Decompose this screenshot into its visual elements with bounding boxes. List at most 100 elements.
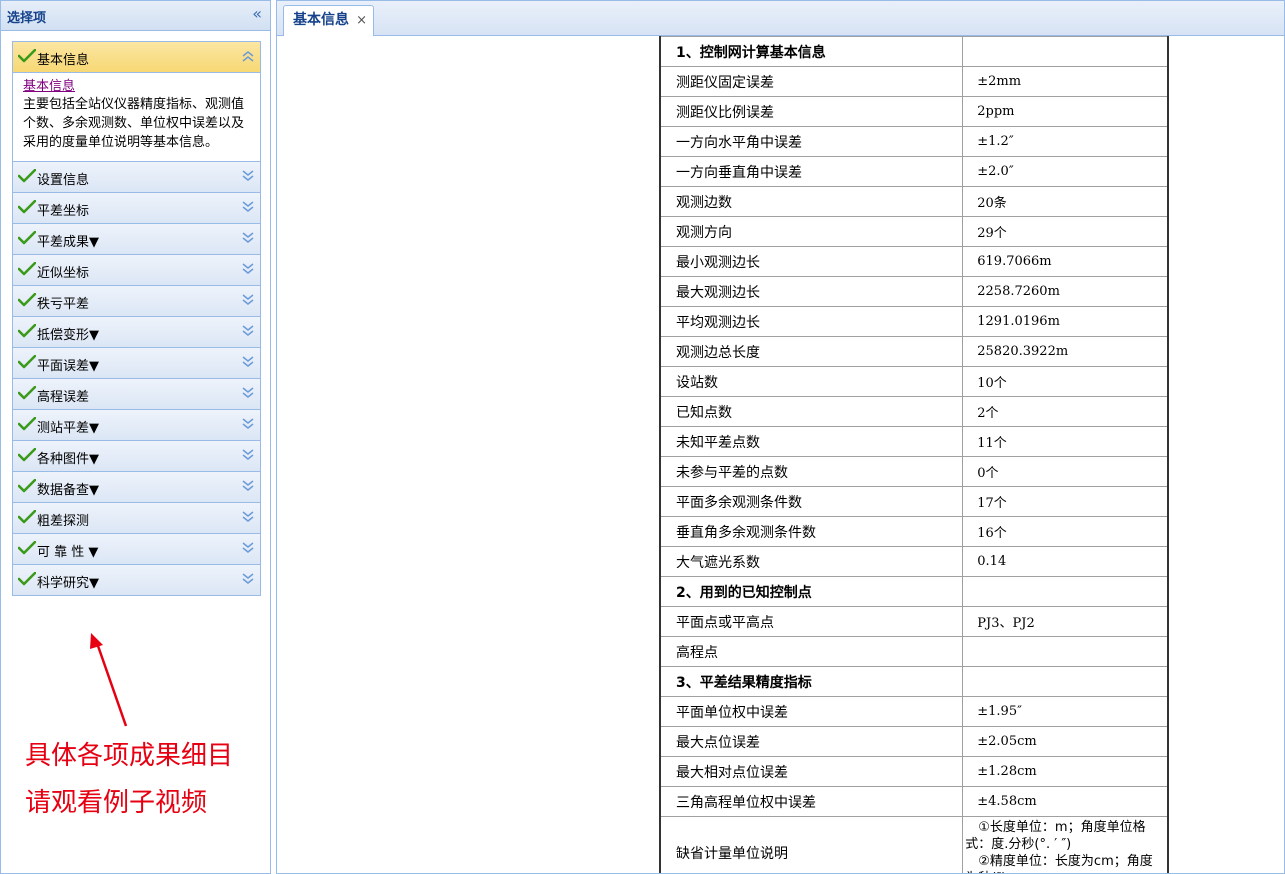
chevron-down-icon[interactable]: [242, 262, 254, 276]
accordion-item: 近似坐标: [13, 255, 260, 286]
content-area: 1、控制网计算基本信息 测距仪固定误差 ±2mm 测距仪比例误差 2ppm 一方向水平角中…: [277, 36, 1284, 873]
table-row: 高程点: [659, 636, 1168, 667]
row-key: 平面点或平高点: [659, 606, 964, 637]
accordion-item: 数据备查▼: [13, 472, 260, 503]
row-value: 10个: [962, 366, 1168, 397]
accordion-header[interactable]: 设置信息: [13, 162, 260, 192]
accordion-header[interactable]: 高程误差: [13, 379, 260, 409]
accordion-header[interactable]: 平差坐标: [13, 193, 260, 223]
row-key: 最大相对点位误差: [659, 756, 964, 787]
table-section-row: 1、控制网计算基本信息: [659, 36, 1168, 67]
checkmark-icon: [17, 48, 37, 63]
accordion-header[interactable]: 抵偿变形▼: [13, 317, 260, 347]
accordion-label: 平面误差▼: [37, 359, 99, 374]
row-key: 三角高程单位权中误差: [659, 786, 964, 817]
accordion-header[interactable]: 数据备查▼: [13, 472, 260, 502]
checkmark-icon: [17, 447, 37, 462]
chevron-down-icon[interactable]: [242, 417, 254, 431]
red-arrow-annotation: [90, 633, 128, 727]
row-key: 已知点数: [659, 396, 964, 427]
tab-label: 基本信息: [293, 12, 349, 28]
row-value-notes: ①长度单位：m；角度单位格式：度.分秒(°. ′ ″) ②精度单位：长度为cm；…: [962, 816, 1168, 873]
accordion-item: 平差成果▼: [13, 224, 260, 255]
accordion-header[interactable]: 秩亏平差: [13, 286, 260, 316]
row-value: 20条: [962, 186, 1168, 217]
basic-info-link[interactable]: 基本信息: [23, 79, 252, 95]
chevron-down-icon[interactable]: [242, 510, 254, 524]
checkmark-icon: [17, 261, 37, 276]
center-panel: 基本信息 × 1、控制网计算基本信息 测距仪固定误差 ±2mm 测距仪比例误差 2ppm…: [276, 0, 1285, 874]
annotation-text-line1: 具体各项成果细目: [25, 741, 234, 771]
row-key: 测距仪比例误差: [659, 96, 964, 127]
accordion-header[interactable]: 粗差探测: [13, 503, 260, 533]
accordion-label: 数据备查▼: [37, 483, 99, 498]
tab-basic-info[interactable]: 基本信息 ×: [283, 5, 375, 36]
table-row: 设站数 10个: [659, 366, 1168, 397]
accordion-item: 测站平差▼: [13, 410, 260, 441]
checkmark-icon: [17, 323, 37, 338]
checkmark-icon: [17, 571, 37, 586]
accordion-header[interactable]: 可 靠 性 ▼: [13, 534, 260, 564]
chevron-down-icon[interactable]: [242, 200, 254, 214]
chevron-down-icon[interactable]: [242, 448, 254, 462]
accordion-header[interactable]: 近似坐标: [13, 255, 260, 285]
accordion-header[interactable]: 基本信息: [13, 42, 260, 72]
checkmark-icon: [17, 540, 37, 555]
tab-bar: 基本信息 ×: [277, 1, 1284, 36]
double-chevron-left-icon[interactable]: «: [252, 5, 262, 23]
accordion-header[interactable]: 测站平差▼: [13, 410, 260, 440]
row-key: 平均观测边长: [659, 306, 964, 337]
chevron-down-icon[interactable]: [242, 572, 254, 586]
chevron-down-icon[interactable]: [242, 355, 254, 369]
basic-info-table: 1、控制网计算基本信息 测距仪固定误差 ±2mm 测距仪比例误差 2ppm 一方向水平角中…: [659, 36, 1168, 873]
accordion-item: 设置信息: [13, 162, 260, 193]
chevron-down-icon[interactable]: [242, 541, 254, 555]
row-value: 2258.7260m: [962, 276, 1168, 307]
checkmark-icon: [17, 416, 37, 431]
checkmark-icon: [17, 354, 37, 369]
accordion-header[interactable]: 各种图件▼: [13, 441, 260, 471]
table-row: 最大相对点位误差 ±1.28cm: [659, 756, 1168, 787]
accordion-label: 平差坐标: [37, 204, 90, 219]
row-value: PJ3、PJ2: [962, 606, 1168, 637]
accordion-body: 基本信息 主要包括全站仪仪器精度指标、观测值个数、多余观测数、单位权中误差以及采用…: [13, 72, 260, 161]
row-value: 619.7066m: [962, 246, 1168, 277]
table-row-units: 缺省计量单位说明 ①长度单位：m；角度单位格式：度.分秒(°. ′ ″) ②精度…: [659, 816, 1168, 873]
chevron-down-icon[interactable]: [242, 324, 254, 338]
table-row: 一方向水平角中误差 ±1.2″: [659, 126, 1168, 157]
row-value: ±2mm: [962, 66, 1168, 97]
accordion-header[interactable]: 平差成果▼: [13, 224, 260, 254]
row-key: 测距仪固定误差: [659, 66, 964, 97]
row-value: 0.14: [962, 546, 1168, 577]
row-key: 观测边数: [659, 186, 964, 217]
chevron-down-icon[interactable]: [242, 479, 254, 493]
chevron-down-icon[interactable]: [242, 293, 254, 307]
accordion-header[interactable]: 平面误差▼: [13, 348, 260, 378]
chevron-down-icon[interactable]: [242, 231, 254, 245]
accordion-label: 抵偿变形▼: [37, 328, 99, 343]
row-key: 一方向垂直角中误差: [659, 156, 964, 187]
accordion-header[interactable]: 科学研究▼: [13, 565, 260, 595]
row-value: 11个: [962, 426, 1168, 457]
accordion-item: 粗差探测: [13, 503, 260, 534]
row-value: ±2.05cm: [962, 726, 1168, 757]
row-key: 未参与平差的点数: [659, 456, 964, 487]
accordion-label: 各种图件▼: [37, 452, 99, 467]
chevron-down-icon[interactable]: [242, 386, 254, 400]
row-key: 2、用到的已知控制点: [659, 576, 964, 607]
table-row: 平均观测边长 1291.0196m: [659, 306, 1168, 337]
accordion-label: 秩亏平差: [37, 297, 90, 312]
row-key: 缺省计量单位说明: [659, 816, 964, 873]
table-row: 一方向垂直角中误差 ±2.0″: [659, 156, 1168, 187]
chevron-up-icon[interactable]: [242, 49, 254, 63]
table-right-border: [1167, 36, 1169, 873]
table-row: 已知点数 2个: [659, 396, 1168, 427]
accordion-item: 基本信息 基本信息 主要包括全站仪仪器精度指标、观测值个数、多余观测数、单位权中误差…: [13, 42, 260, 162]
table-row: 观测边数 20条: [659, 186, 1168, 217]
row-value: 2个: [962, 396, 1168, 427]
accordion-item: 平面误差▼: [13, 348, 260, 379]
chevron-down-icon[interactable]: [242, 169, 254, 183]
row-key: 最大观测边长: [659, 276, 964, 307]
accordion-item: 平差坐标: [13, 193, 260, 224]
close-icon[interactable]: ×: [356, 13, 367, 28]
